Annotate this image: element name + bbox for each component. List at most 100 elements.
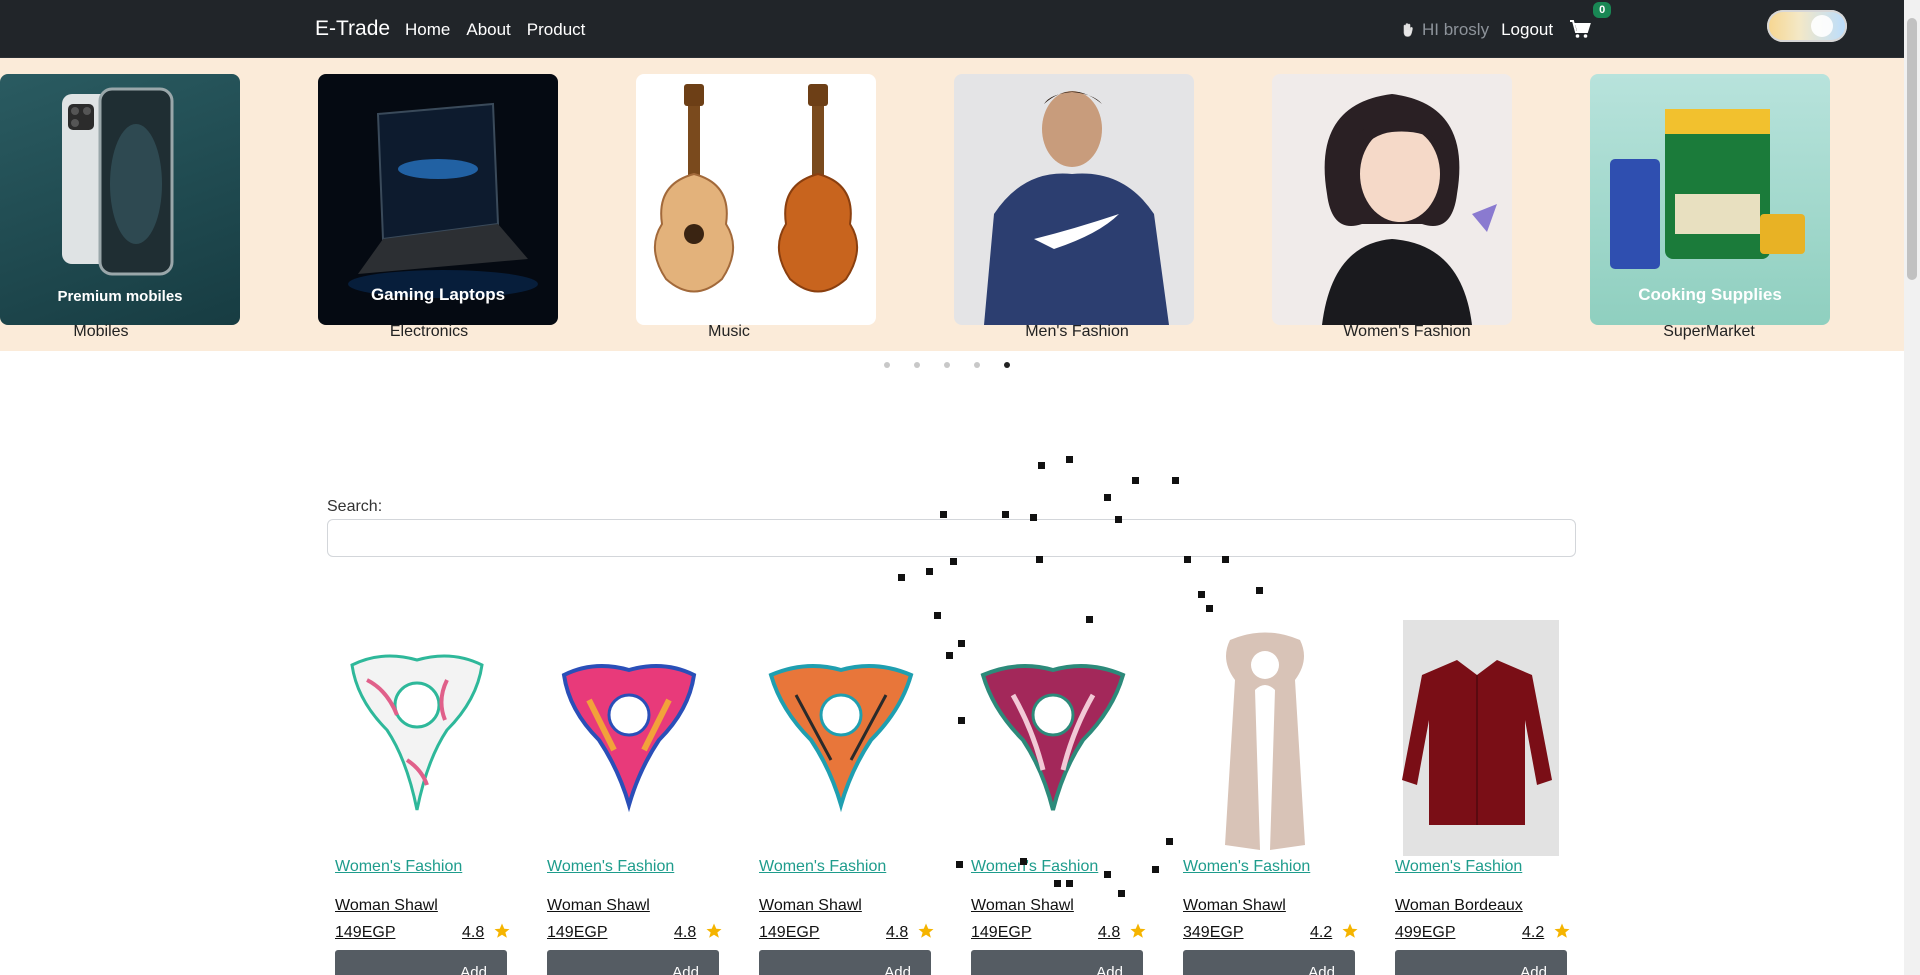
theme-toggle[interactable]	[1767, 10, 1847, 42]
category-card-electronics[interactable]: Gaming Laptops	[318, 74, 558, 325]
cart-count-badge: 0	[1593, 2, 1612, 18]
product-rating: 4.8	[1098, 924, 1121, 941]
product-name-link[interactable]: Woman Bordeaux	[1395, 897, 1523, 915]
noise-pixel	[934, 612, 941, 619]
product-rating: 4.8	[462, 924, 485, 941]
add-to-cart-button[interactable]: Add	[759, 950, 931, 975]
product-card[interactable]: Women's Fashion Woman Shawl 149EGP 4.8 A…	[327, 620, 510, 975]
navbar: E-Trade Home About Product HI brosly Log…	[0, 0, 1904, 58]
category-card-womens-fashion[interactable]	[1272, 74, 1512, 325]
product-card[interactable]: Women's Fashion Woman Shawl 149EGP 4.8 A…	[539, 620, 722, 975]
product-name-link[interactable]: Woman Shawl	[547, 897, 650, 915]
page-scrollbar[interactable]	[1904, 0, 1920, 975]
product-name-link[interactable]: Woman Shawl	[335, 897, 438, 915]
greeting-text: HI brosly	[1422, 20, 1490, 39]
star-icon	[1342, 923, 1358, 938]
nav-link-home[interactable]: Home	[405, 20, 450, 40]
noise-pixel	[958, 640, 965, 647]
category-card-music[interactable]	[636, 74, 876, 325]
add-to-cart-button[interactable]: Add	[971, 950, 1143, 975]
category-card-mobiles[interactable]: Premium mobiles	[0, 74, 240, 325]
man-hoodie-image	[984, 91, 1169, 325]
noise-pixel	[1030, 514, 1037, 521]
add-to-cart-button[interactable]: Add	[547, 950, 719, 975]
star-icon	[1130, 923, 1146, 938]
logout-link[interactable]: Logout	[1501, 20, 1553, 40]
product-category-link[interactable]: Women's Fashion	[759, 858, 886, 876]
noise-pixel	[940, 511, 947, 518]
category-card-mens-fashion[interactable]	[954, 74, 1194, 325]
scarf-image	[350, 654, 484, 811]
noise-pixel	[1104, 494, 1111, 501]
noise-pixel	[956, 861, 963, 868]
carousel-dot[interactable]	[944, 362, 950, 368]
product-category-link[interactable]: Women's Fashion	[1183, 858, 1310, 876]
nav-link-product[interactable]: Product	[527, 20, 586, 40]
noise-pixel	[950, 558, 957, 565]
noise-pixel	[1086, 616, 1093, 623]
noise-pixel	[1256, 587, 1263, 594]
noise-pixel	[1115, 516, 1122, 523]
noise-pixel	[1054, 880, 1061, 887]
category-label-mens-fashion[interactable]: Men's Fashion	[957, 323, 1197, 341]
noise-pixel	[946, 652, 953, 659]
noise-pixel	[1206, 605, 1213, 612]
noise-pixel	[1166, 838, 1173, 845]
category-card-supermarket[interactable]: Cooking Supplies	[1590, 74, 1830, 325]
scarf-image	[561, 664, 697, 813]
noise-pixel	[1002, 511, 1009, 518]
scrollbar-thumb[interactable]	[1907, 18, 1917, 280]
woman-illustration-image	[1322, 94, 1497, 325]
nav-link-about[interactable]: About	[466, 20, 510, 40]
product-card[interactable]: Women's Fashion Woman Shawl 349EGP 4.2 A…	[1175, 620, 1358, 975]
waving-hand-icon	[1403, 23, 1413, 37]
noise-pixel	[1172, 477, 1179, 484]
noise-pixel	[1184, 556, 1191, 563]
noise-pixel	[1020, 858, 1027, 865]
product-price: 149EGP	[971, 924, 1032, 941]
product-category-link[interactable]: Women's Fashion	[971, 858, 1098, 876]
search-input[interactable]	[327, 519, 1576, 557]
product-price: 349EGP	[1183, 924, 1244, 941]
star-icon	[494, 923, 510, 938]
category-label-electronics[interactable]: Electronics	[309, 323, 549, 341]
noise-pixel	[1152, 866, 1159, 873]
category-label-music[interactable]: Music	[609, 323, 849, 341]
add-to-cart-button[interactable]: Add	[335, 950, 507, 975]
star-icon	[918, 923, 934, 938]
noise-pixel	[1066, 880, 1073, 887]
product-price: 149EGP	[759, 924, 820, 941]
carousel-dot[interactable]	[974, 362, 980, 368]
category-carousel: Premium mobiles Mobiles Gaming Laptops E…	[0, 58, 1904, 351]
noise-pixel	[1198, 591, 1205, 598]
product-category-link[interactable]: Women's Fashion	[1395, 858, 1522, 876]
product-name-link[interactable]: Woman Shawl	[1183, 897, 1286, 915]
product-category-link[interactable]: Women's Fashion	[547, 858, 674, 876]
guitar-image	[654, 84, 858, 293]
category-label-mobiles[interactable]: Mobiles	[0, 323, 221, 341]
user-greeting: HI brosly	[1400, 20, 1489, 40]
product-name-link[interactable]: Woman Shawl	[759, 897, 862, 915]
product-card[interactable]: Women's Fashion Woman Shawl 149EGP 4.8 A…	[751, 620, 934, 975]
add-to-cart-button[interactable]: Add	[1183, 950, 1355, 975]
product-price: 499EGP	[1395, 924, 1456, 941]
noise-pixel	[1222, 556, 1229, 563]
carousel-dot-active[interactable]	[1004, 362, 1010, 368]
product-category-link[interactable]: Women's Fashion	[335, 858, 462, 876]
product-card[interactable]: Women's Fashion Woman Bordeaux 499EGP 4.…	[1387, 620, 1570, 975]
cart-icon	[1570, 20, 1591, 38]
star-icon	[1554, 923, 1570, 938]
add-to-cart-button[interactable]: Add	[1395, 950, 1567, 975]
carousel-dot[interactable]	[884, 362, 890, 368]
brand-logo-link[interactable]: E-Trade	[315, 17, 390, 41]
category-label-supermarket[interactable]: SuperMarket	[1589, 323, 1829, 341]
cart-button[interactable]: 0	[1569, 2, 1612, 41]
noise-pixel	[898, 574, 905, 581]
category-label-womens-fashion[interactable]: Women's Fashion	[1287, 323, 1527, 341]
nav-links: Home About Product	[405, 20, 585, 40]
noise-pixel	[1132, 477, 1139, 484]
carousel-dot[interactable]	[914, 362, 920, 368]
product-card[interactable]: Women's Fashion Woman Shawl 149EGP 4.8 A…	[963, 620, 1146, 975]
noise-pixel	[1066, 456, 1073, 463]
product-name-link[interactable]: Woman Shawl	[971, 897, 1074, 915]
